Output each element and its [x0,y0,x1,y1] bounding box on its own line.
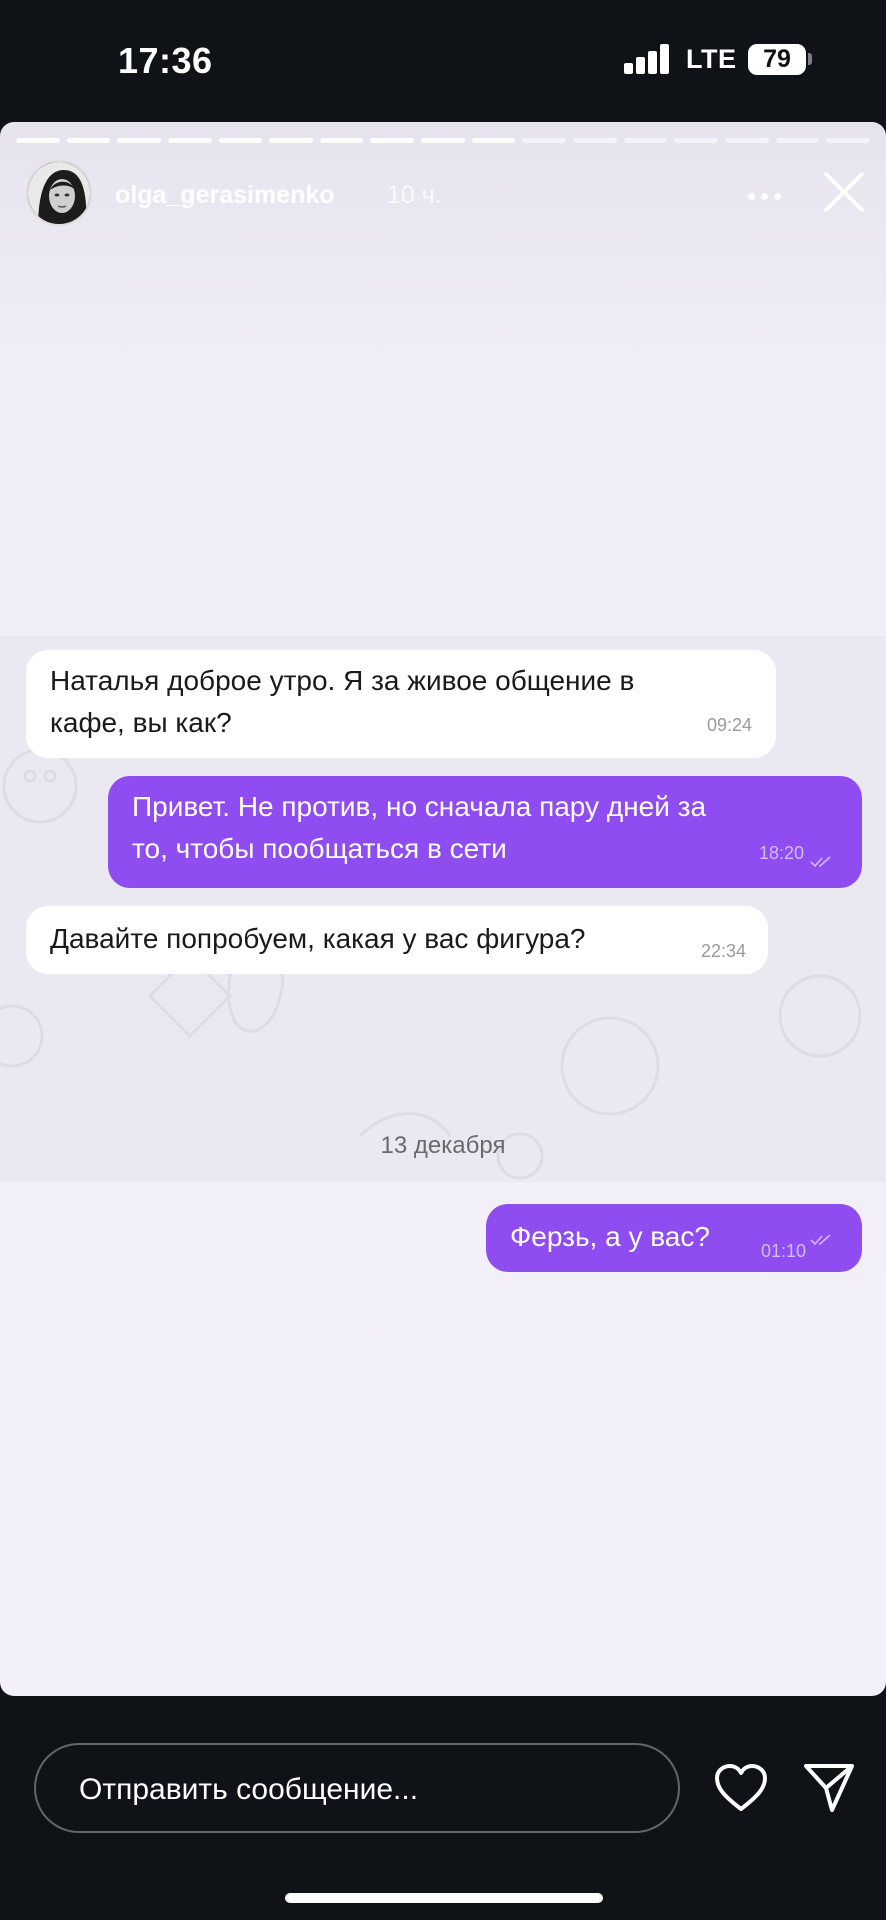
message-text: Привет. Не против, но сначала пару дней … [132,791,707,822]
avatar[interactable] [26,160,92,226]
message-time: 01:10 [760,1241,806,1261]
story-progress-segment [167,138,212,143]
incoming-message[interactable]: Наталья доброе утро. Я за живое общение … [26,650,776,758]
battery-icon: 79 [748,44,806,75]
avatar-image [28,162,90,224]
story-progress-bar [16,138,870,143]
signal-strength-icon [624,44,670,74]
chat-screenshot: Наталья доброе утро. Я за живое общение … [0,636,886,1272]
story-viewer[interactable]: olga_gerasimenko 10 ч. Наталья доброе ут… [0,122,886,1696]
story-progress-segment [724,138,769,143]
status-time: 17:36 [118,40,213,81]
message-time: 09:24 [706,715,752,735]
date-separator: 13 декабря [380,1132,506,1159]
home-indicator[interactable] [285,1893,603,1903]
story-progress-segment [522,138,567,143]
reply-placeholder: Отправить сообщение... [79,1773,419,1806]
story-progress-segment [623,138,668,143]
message-time: 18:20 [758,843,804,863]
story-progress-segment [66,138,111,143]
story-progress-segment [421,138,465,143]
message-text: то, чтобы пообщаться в сети [132,833,507,864]
story-header: olga_gerasimenko 10 ч. [0,160,886,232]
story-progress-segment [16,138,60,143]
story-progress-segment [370,138,415,143]
read-checkmarks-icon [810,1234,831,1246]
story-progress-segment [826,138,870,143]
heart-icon[interactable] [714,1763,768,1813]
outgoing-message[interactable]: Привет. Не против, но сначала пару дней … [108,776,862,888]
story-progress-segment [319,138,364,143]
story-progress-segment [573,138,617,143]
story-time-ago: 10 ч. [387,181,442,209]
message-time: 22:34 [700,941,746,961]
message-text: Наталья доброе утро. Я за живое общение … [50,665,635,696]
story-progress-segment [218,138,263,143]
read-checkmarks-icon [810,856,831,868]
story-progress-segment [117,138,161,143]
battery-tip [808,53,812,65]
outgoing-message[interactable]: Ферзь, а у вас? 01:10 [486,1204,862,1272]
more-dots-icon[interactable] [744,188,784,204]
message-text: Давайте попробуем, какая у вас фигура? [50,923,586,954]
story-username[interactable]: olga_gerasimenko [115,181,335,210]
reply-input[interactable]: Отправить сообщение... [34,1743,680,1833]
story-progress-segment [471,138,516,143]
message-text: кафе, вы как? [50,707,232,738]
story-progress-segment [674,138,718,143]
send-icon[interactable] [802,1760,856,1814]
network-type: LTE [686,44,737,74]
status-bar: 17:36 LTE 79 [0,0,886,120]
close-icon[interactable] [822,170,866,214]
battery-level: 79 [763,45,791,73]
story-progress-segment [269,138,313,143]
incoming-message[interactable]: Давайте попробуем, какая у вас фигура? 2… [26,906,768,974]
story-progress-segment [775,138,820,143]
